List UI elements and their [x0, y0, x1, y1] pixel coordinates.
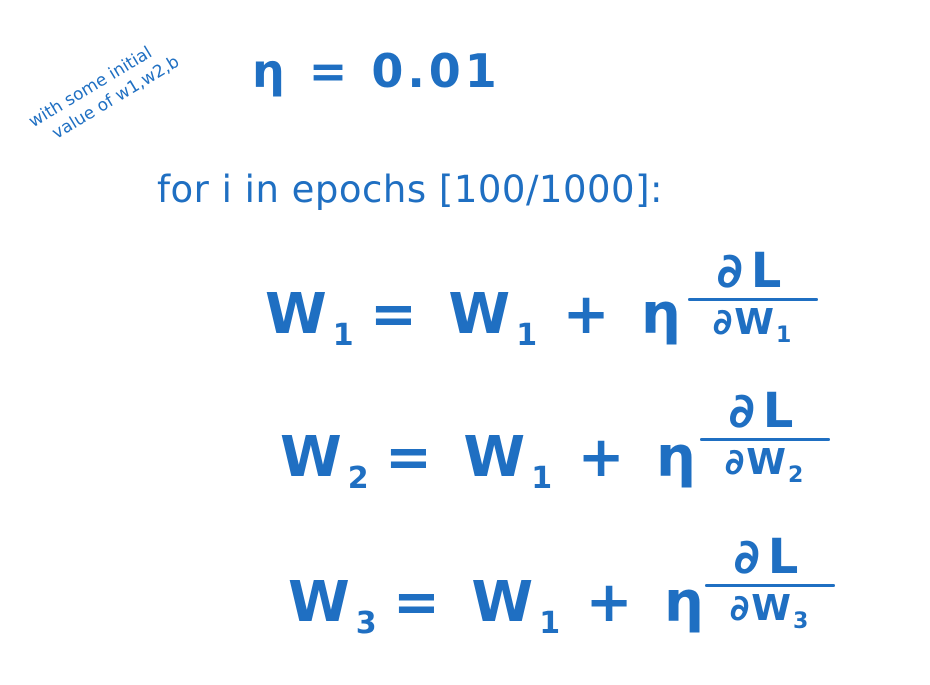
equation-1-rhs-prefix: = W — [370, 282, 517, 347]
equation-3-denominator-sub: 3 — [792, 609, 811, 635]
equation-3-rhs-suffix: + η — [585, 570, 710, 635]
equation-1-lhs: W1 — [265, 282, 354, 353]
equation-3-denominator: ∂W3 — [705, 589, 835, 642]
equation-2-denominator-var: ∂W — [724, 442, 788, 483]
side-note: with some initial value of w1,w2,b — [18, 32, 184, 156]
equation-3-lhs: W3 — [288, 570, 377, 641]
loop-header: for i in epochs [100/1000]: — [157, 168, 663, 211]
equation-3-lhs-var: W — [288, 570, 356, 635]
equation-3-lhs-sub: 3 — [355, 606, 377, 642]
equation-3-numerator: ∂L — [733, 529, 807, 585]
equation-2-denominator-sub: 2 — [787, 463, 806, 489]
equation-3-rhs: = W1 + η — [393, 570, 710, 641]
equation-3-rhs-sub: 1 — [539, 606, 561, 642]
equation-2-lhs-var: W — [280, 425, 348, 490]
equation-2-lhs: W2 — [280, 425, 369, 496]
equation-1-rhs: = W1 + η — [370, 282, 687, 353]
equation-2-fraction: ∂L ∂W2 — [700, 386, 830, 496]
equation-3-denominator-var: ∂W — [729, 588, 793, 629]
equation-1-lhs-sub: 1 — [332, 318, 354, 354]
equation-2-rhs: = W1 + η — [385, 425, 702, 496]
equation-1-denominator-sub: 1 — [775, 323, 794, 349]
equation-1-rhs-suffix: + η — [562, 282, 687, 347]
equation-2-rhs-sub: 1 — [531, 461, 553, 497]
equation-1-denominator: ∂W1 — [688, 303, 818, 356]
equation-3-fraction: ∂L ∂W3 — [705, 532, 835, 642]
equation-1-numerator: ∂L — [716, 243, 790, 299]
learning-rate-assignment: η = 0.01 — [252, 44, 501, 98]
equation-1-rhs-sub: 1 — [516, 318, 538, 354]
equation-3-rhs-prefix: = W — [393, 570, 540, 635]
equation-1-lhs-var: W — [265, 282, 333, 347]
equation-2-numerator: ∂L — [728, 383, 802, 439]
equation-2-rhs-suffix: + η — [577, 425, 702, 490]
equation-2-denominator: ∂W2 — [700, 443, 830, 496]
equation-1-denominator-var: ∂W — [712, 302, 776, 343]
equation-2-rhs-prefix: = W — [385, 425, 532, 490]
equation-2-lhs-sub: 2 — [347, 461, 369, 497]
whiteboard-canvas: with some initial value of w1,w2,b η = 0… — [0, 0, 930, 685]
equation-1-fraction: ∂L ∂W1 — [688, 246, 818, 356]
